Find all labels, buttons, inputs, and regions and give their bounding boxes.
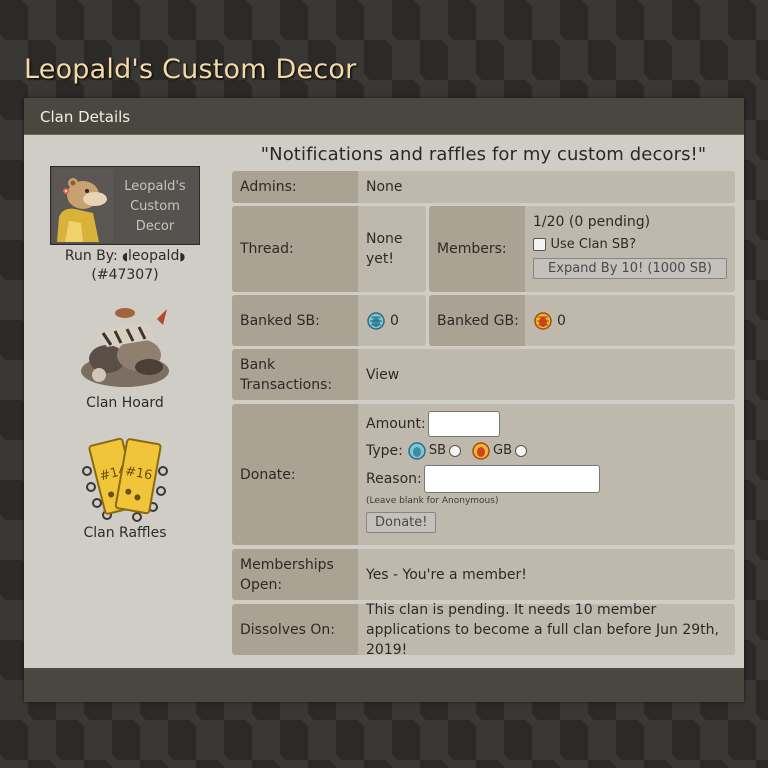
dissolves-row: Dissolves On: This clan is pending. It n…: [232, 602, 735, 658]
clan-sidebar: Leopald's Custom Decor Run By: leopald (…: [50, 166, 200, 541]
thread-members-row: Thread: None yet! Members: 1/20 (0 pendi…: [232, 206, 735, 292]
thread-value-text: None yet!: [366, 231, 403, 267]
run-by: Run By: leopald (#47307): [50, 247, 200, 285]
donate-form: Amount: Type: SB GB Reason: (Leave blank…: [358, 404, 735, 545]
clan-motto: "Notifications and raffles for my custom…: [260, 144, 707, 165]
view-transactions-link[interactable]: View: [366, 365, 399, 385]
donate-button[interactable]: Donate!: [366, 512, 437, 533]
clan-hoard-link[interactable]: Clan Hoard: [50, 301, 200, 411]
gb-radio[interactable]: [515, 445, 528, 457]
banked-gb-label: Banked GB:: [429, 295, 525, 346]
banked-row: Banked SB: 0 Banked GB: 0: [232, 295, 735, 346]
expand-button[interactable]: Expand By 10! (1000 SB): [533, 258, 727, 279]
clan-hoard-label[interactable]: Clan Hoard: [50, 395, 200, 411]
use-clan-sb-row: Use Clan SB?: [533, 234, 735, 255]
owner-name-link[interactable]: leopald: [122, 248, 185, 264]
amount-label: Amount:: [366, 416, 426, 432]
use-clan-sb-label: Use Clan SB?: [550, 237, 636, 252]
reason-input[interactable]: [423, 465, 600, 493]
owner-id: (#47307): [91, 267, 159, 283]
panel-header: Clan Details: [24, 98, 744, 135]
sb-radio[interactable]: [449, 445, 462, 457]
clan-logo: Leopald's Custom Decor: [50, 166, 200, 245]
thread-label: Thread:: [232, 206, 358, 292]
bank-transactions-label: Bank Transactions:: [232, 349, 358, 400]
site-title: Leopald's Custom Decor: [24, 54, 357, 85]
admins-label: Admins:: [232, 171, 358, 203]
members-count: 1/20 (0 pending): [533, 214, 651, 230]
amount-row: Amount:: [366, 410, 735, 438]
bank-transactions-row: Bank Transactions: View: [232, 349, 735, 400]
logo-text: Leopald's Custom Decor: [124, 179, 186, 234]
type-label: Type:: [366, 443, 403, 459]
reason-label: Reason:: [366, 471, 422, 487]
donate-label: Donate:: [232, 404, 358, 545]
gb-option-label: GB: [493, 443, 513, 458]
thread-value: None yet!: [358, 206, 426, 292]
dissolves-value: This clan is pending. It needs 10 member…: [358, 602, 735, 658]
reason-hint: (Leave blank for Anonymous): [366, 496, 499, 506]
amount-input[interactable]: [427, 411, 500, 437]
clan-raffles-link[interactable]: #14 #16 Clan Raffles: [50, 431, 200, 541]
clan-details-panel: Clan Details Leopald's Custom Decor Run …: [24, 98, 744, 702]
clan-raffles-label[interactable]: Clan Raffles: [50, 525, 200, 541]
dissolves-label: Dissolves On:: [232, 604, 358, 655]
members-value-cell: 1/20 (0 pending) Use Clan SB? Expand By …: [525, 206, 735, 292]
use-clan-sb-checkbox[interactable]: [533, 237, 546, 251]
banked-gb-value: 0: [557, 312, 566, 329]
run-by-label: Run By:: [64, 248, 118, 264]
memberships-label: Memberships Open:: [232, 549, 358, 600]
memberships-row: Memberships Open: Yes - You're a member!: [232, 549, 735, 600]
hoard-pile-icon: [81, 308, 169, 387]
bank-transactions-cell: View: [358, 349, 735, 400]
gold-scarab-coin-icon: [534, 311, 552, 330]
banked-sb-label: Banked SB:: [232, 295, 358, 346]
members-label: Members:: [429, 206, 525, 292]
donate-row: Donate: Amount: Type: SB GB Reason: (Lea…: [232, 404, 735, 545]
banked-sb-value-cell: 0: [358, 295, 426, 346]
dissolves-text: This clan is pending. It needs 10 member…: [366, 601, 719, 658]
reason-row: Reason:: [366, 464, 735, 494]
memberships-value: Yes - You're a member!: [358, 549, 735, 600]
leopard-mascot-icon: [53, 169, 113, 242]
banked-gb-value-cell: 0: [525, 295, 735, 346]
admins-value: None: [358, 171, 735, 203]
banked-sb-value: 0: [390, 312, 399, 329]
panel-footer: [24, 668, 744, 702]
sb-option-label: SB: [428, 443, 447, 458]
sb-option-icon: [408, 442, 426, 460]
gb-option-icon: [472, 442, 490, 460]
type-row: Type: SB GB: [366, 438, 735, 464]
blue-scarab-coin-icon: [367, 311, 385, 330]
raffle-tickets-icon: #14 #16: [82, 437, 168, 522]
admins-row: Admins: None: [232, 171, 735, 203]
